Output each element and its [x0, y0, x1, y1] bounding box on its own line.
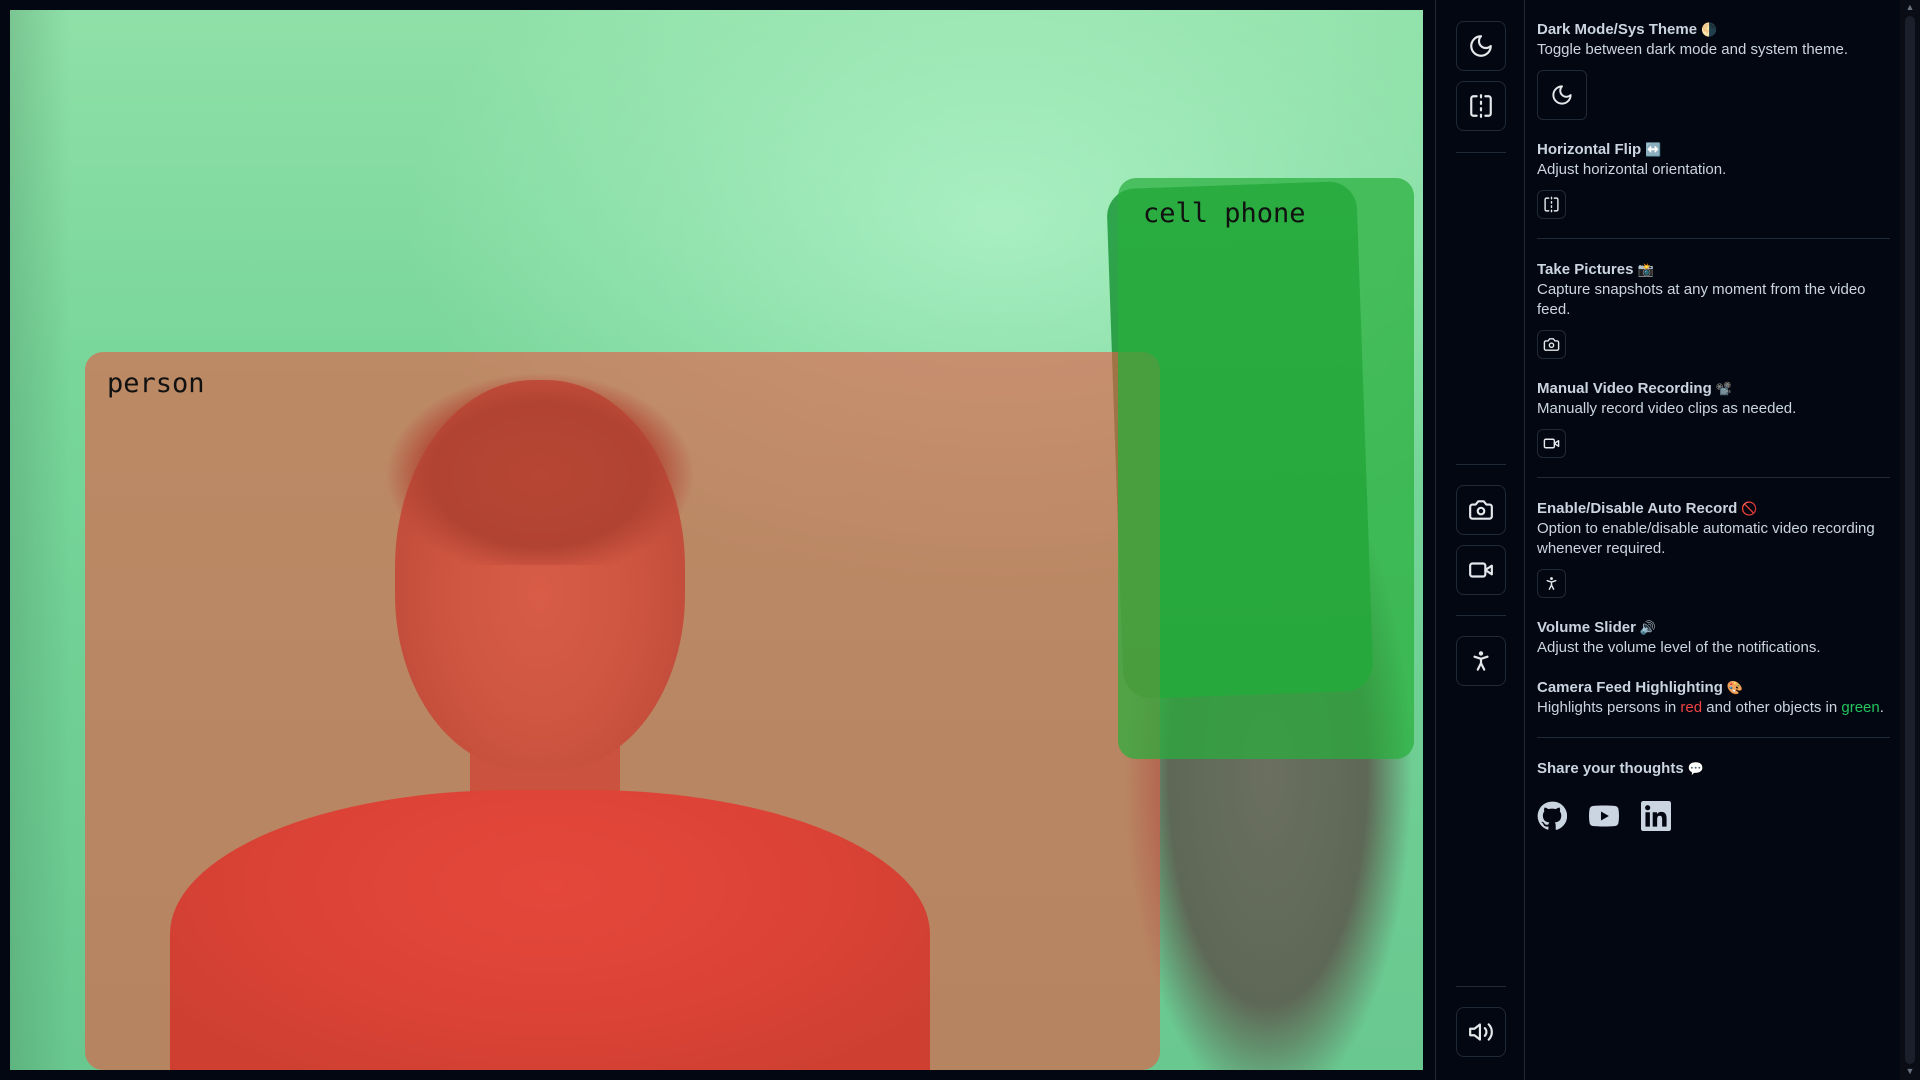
desc-text: Highlights persons in	[1537, 699, 1681, 716]
section-title: Enable/Disable Auto Record 🚫	[1537, 499, 1890, 519]
flip-horizontal-icon	[1544, 196, 1559, 213]
dark-mode-section: Dark Mode/Sys Theme 🌗 Toggle between dark…	[1537, 20, 1890, 120]
detection-box-cell-phone: cell phone	[1118, 178, 1414, 759]
moon-icon	[1470, 35, 1492, 57]
detection-box-person: person	[85, 352, 1160, 1070]
volume-slider-section: Volume Slider 🔊 Adjust the volume level o…	[1537, 618, 1890, 658]
record-video-button[interactable]	[1537, 429, 1566, 458]
flip-button[interactable]	[1456, 81, 1506, 131]
toolbar-divider	[1456, 464, 1506, 465]
section-description: Option to enable/disable automatic video…	[1537, 520, 1875, 557]
manual-recording-section: Manual Video Recording 📽️ Manually record…	[1537, 379, 1890, 458]
toolbar-divider	[1456, 986, 1506, 987]
detection-label: cell phone	[1143, 198, 1306, 229]
camera-icon	[1469, 500, 1493, 520]
highlighting-section: Camera Feed Highlighting 🎨 Highlights per…	[1537, 678, 1890, 718]
section-title: Dark Mode/Sys Theme 🌗	[1537, 20, 1890, 40]
accessibility-icon	[1546, 577, 1557, 590]
film-projector-icon: 📽️	[1715, 381, 1732, 396]
flip-button[interactable]	[1537, 190, 1566, 219]
speech-bubble-icon: 💬	[1687, 761, 1704, 776]
auto-record-section: Enable/Disable Auto Record 🚫 Option to en…	[1537, 499, 1890, 598]
github-icon[interactable]	[1537, 801, 1568, 831]
section-description: Capture snapshots at any moment from the…	[1537, 281, 1866, 318]
palette-icon: 🎨	[1726, 680, 1744, 695]
title-text: Manual Video Recording	[1537, 380, 1712, 397]
toolbar	[1435, 0, 1525, 1080]
take-pictures-section: Take Pictures 📸 Capture snapshots at any …	[1537, 260, 1890, 359]
flip-horizontal-icon	[1470, 94, 1492, 118]
record-video-button[interactable]	[1456, 545, 1506, 595]
moon-icon	[1552, 85, 1572, 105]
red-word: red	[1680, 699, 1703, 716]
accessibility-icon	[1473, 651, 1489, 671]
section-description: Toggle between dark mode and system them…	[1537, 41, 1849, 58]
auto-record-button[interactable]	[1456, 636, 1506, 686]
scroll-down-arrow[interactable]: ▼	[1904, 1066, 1916, 1078]
desc-text: and other objects in	[1702, 699, 1842, 716]
title-text: Dark Mode/Sys Theme	[1537, 21, 1698, 38]
feed-shadow	[10, 10, 70, 1070]
section-title: Horizontal Flip ↔️	[1537, 140, 1890, 160]
volume-icon	[1469, 1023, 1493, 1041]
section-title: Camera Feed Highlighting 🎨	[1537, 678, 1890, 698]
camera-icon	[1543, 338, 1560, 351]
linkedin-icon[interactable]	[1641, 801, 1671, 831]
scroll-up-arrow[interactable]: ▲	[1904, 2, 1916, 14]
camera-flash-icon: 📸	[1637, 262, 1654, 277]
section-description: Manually record video clips as needed.	[1537, 400, 1797, 417]
half-moon-icon: 🌗	[1701, 22, 1718, 37]
info-panel: Dark Mode/Sys Theme 🌗 Toggle between dark…	[1526, 0, 1900, 1080]
take-picture-button[interactable]	[1537, 330, 1566, 359]
video-icon	[1543, 438, 1560, 449]
toolbar-divider	[1456, 152, 1506, 153]
video-icon	[1469, 562, 1493, 578]
title-text: Horizontal Flip	[1537, 141, 1642, 158]
title-text: Enable/Disable Auto Record	[1537, 500, 1738, 517]
theme-toggle-button[interactable]	[1537, 70, 1587, 120]
auto-record-button[interactable]	[1537, 569, 1566, 598]
section-description: Adjust horizontal orientation.	[1537, 161, 1727, 178]
social-links	[1537, 801, 1890, 831]
section-title: Manual Video Recording 📽️	[1537, 379, 1890, 399]
camera-feed: person cell phone	[10, 10, 1423, 1070]
scrollbar[interactable]: ▲ ▼	[1900, 0, 1920, 1080]
scroll-thumb[interactable]	[1905, 16, 1915, 1064]
section-title: Volume Slider 🔊	[1537, 618, 1890, 638]
section-description: Highlights persons in red and other obje…	[1537, 698, 1890, 718]
theme-toggle-button[interactable]	[1456, 21, 1506, 71]
left-right-arrow-icon: ↔️	[1645, 142, 1662, 157]
title-text: Camera Feed Highlighting	[1537, 679, 1723, 696]
section-title: Share your thoughts 💬	[1537, 759, 1890, 779]
toolbar-divider	[1456, 615, 1506, 616]
take-picture-button[interactable]	[1456, 485, 1506, 535]
title-text: Take Pictures	[1537, 261, 1634, 278]
title-text: Share your thoughts	[1537, 760, 1684, 777]
speaker-icon: 🔊	[1639, 620, 1657, 635]
volume-button[interactable]	[1456, 1007, 1506, 1057]
green-word: green	[1841, 699, 1880, 716]
youtube-icon[interactable]	[1587, 801, 1621, 831]
share-thoughts-section: Share your thoughts 💬	[1537, 759, 1890, 831]
detection-label: person	[107, 368, 205, 399]
desc-text: .	[1879, 699, 1884, 716]
panel-divider	[1537, 238, 1890, 239]
section-title: Take Pictures 📸	[1537, 260, 1890, 280]
section-description: Adjust the volume level of the notificat…	[1537, 639, 1821, 656]
prohibited-icon: 🚫	[1741, 501, 1758, 516]
panel-divider	[1537, 477, 1890, 478]
panel-divider	[1537, 737, 1890, 738]
title-text: Volume Slider	[1537, 619, 1636, 636]
horizontal-flip-section: Horizontal Flip ↔️ Adjust horizontal orie…	[1537, 140, 1890, 219]
